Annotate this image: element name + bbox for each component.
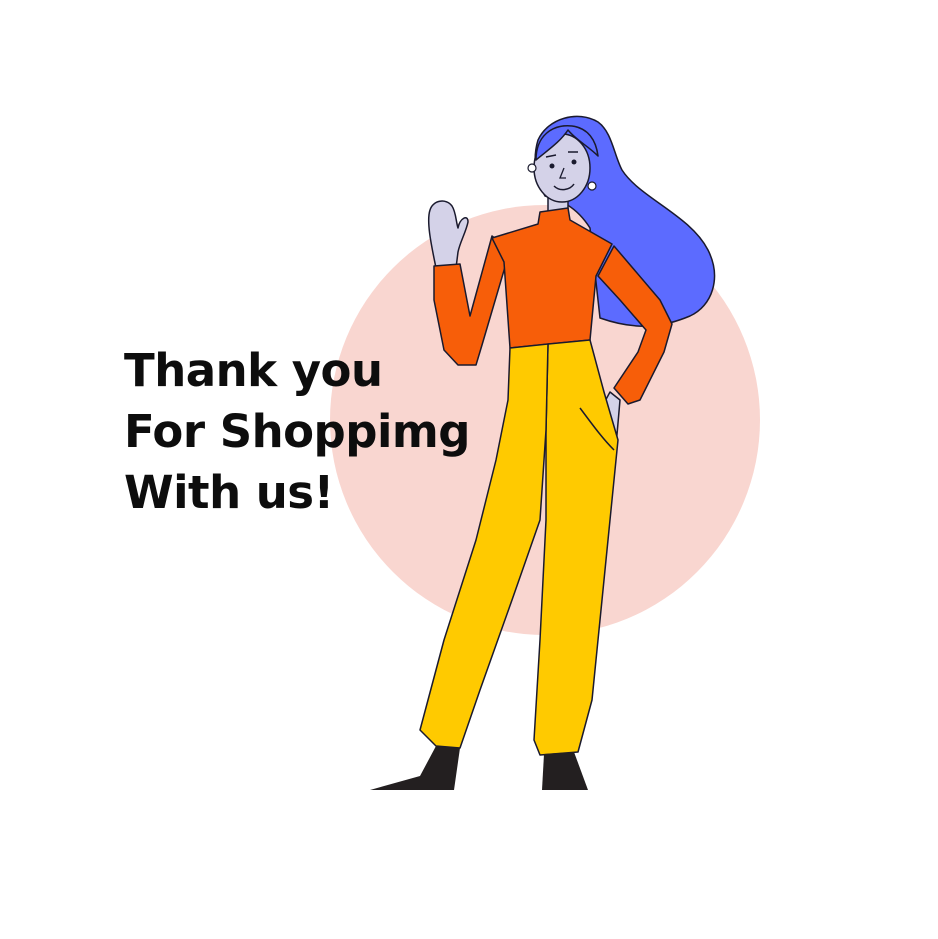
message-line-2: For Shoppimg xyxy=(124,405,471,458)
right-eye xyxy=(571,159,577,165)
left-shoe-icon xyxy=(370,746,460,790)
earring-left-icon xyxy=(527,163,537,173)
message-line-1: Thank you xyxy=(124,344,383,397)
message-line-3: With us! xyxy=(124,466,334,519)
earring-right-icon xyxy=(587,181,597,191)
right-shoe-icon xyxy=(542,752,588,790)
thank-you-message: Thank you For Shoppimg With us! xyxy=(124,340,471,523)
left-eye xyxy=(549,163,555,169)
